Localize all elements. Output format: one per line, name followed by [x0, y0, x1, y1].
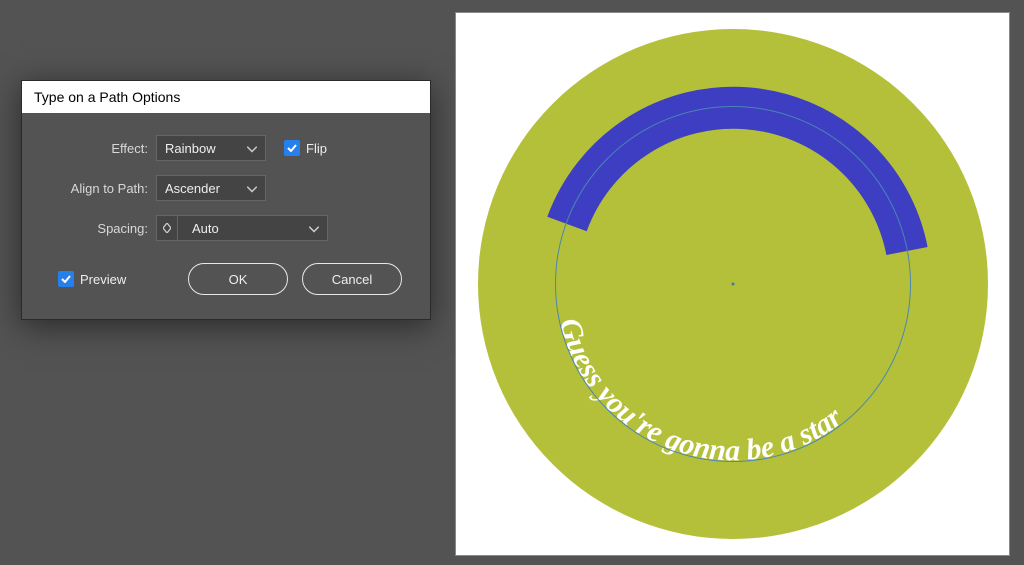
flip-label[interactable]: Flip	[306, 141, 327, 156]
chevron-down-icon	[247, 141, 257, 156]
align-label: Align to Path:	[50, 181, 156, 196]
align-value: Ascender	[165, 181, 220, 196]
preview-wrap: Preview	[58, 271, 126, 287]
cancel-button[interactable]: Cancel	[302, 263, 402, 295]
preview-checkbox[interactable]	[58, 271, 74, 287]
dialog-title: Type on a Path Options	[22, 81, 430, 113]
spacing-label: Spacing:	[50, 221, 156, 236]
type-on-path-options-dialog: Type on a Path Options Effect: Rainbow F…	[21, 80, 431, 320]
align-select[interactable]: Ascender	[156, 175, 266, 201]
chevron-down-icon	[247, 181, 257, 196]
artboard: Guess you're gonna be a star	[455, 12, 1010, 556]
spacing-row: Spacing: Auto	[50, 215, 402, 241]
preview-label[interactable]: Preview	[80, 272, 126, 287]
effect-row: Effect: Rainbow Flip	[50, 135, 402, 161]
ok-button[interactable]: OK	[188, 263, 288, 295]
effect-label: Effect:	[50, 141, 156, 156]
ok-label: OK	[229, 272, 248, 287]
align-row: Align to Path: Ascender	[50, 175, 402, 201]
path-center-point	[731, 283, 734, 286]
cancel-label: Cancel	[332, 272, 372, 287]
dialog-actions: Preview OK Cancel	[50, 263, 402, 295]
spacing-select[interactable]: Auto	[178, 215, 328, 241]
flip-checkbox[interactable]	[284, 140, 300, 156]
effect-select[interactable]: Rainbow	[156, 135, 266, 161]
dialog-body: Effect: Rainbow Flip Align to Path: Asce…	[22, 113, 430, 319]
effect-value: Rainbow	[165, 141, 216, 156]
spacing-stepper[interactable]	[156, 215, 178, 241]
spacing-value: Auto	[186, 221, 319, 236]
